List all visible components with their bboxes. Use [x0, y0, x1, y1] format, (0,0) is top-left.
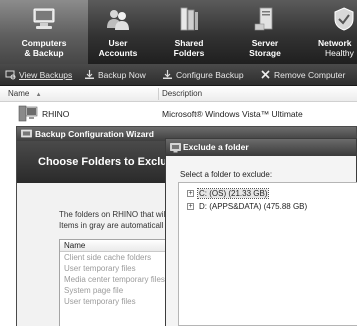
- tab-label-line2: & Backup: [24, 48, 64, 58]
- tab-label-line1: Server: [251, 38, 279, 48]
- exclude-folder-dialog: Exclude a folder Select a folder to excl…: [165, 138, 357, 326]
- column-header-name[interactable]: Name ▲: [8, 86, 42, 102]
- list-header: Name ▲ Description: [0, 86, 357, 102]
- tab-shared-folders[interactable]: Shared Folders: [156, 0, 222, 64]
- list-item: System page file: [64, 286, 124, 295]
- top-navigation-bar: Computers & Backup User Accounts Shared …: [0, 0, 357, 64]
- excluded-items-list-header-label: Name: [64, 241, 86, 250]
- view-backups-icon: [5, 70, 16, 80]
- folder-tree[interactable]: + C: (OS) (21.33 GB) + D: (APPS&DATA) (475…: [178, 182, 357, 326]
- tab-label-line2: Healthy: [325, 48, 354, 58]
- backup-now-icon: [85, 70, 94, 79]
- network-shield-icon: [334, 7, 354, 31]
- exclude-dialog-titlebar[interactable]: Exclude a folder: [166, 139, 356, 156]
- column-divider[interactable]: [158, 88, 159, 100]
- configure-backup-label: Configure Backup: [176, 70, 244, 80]
- tree-node-label: C: (OS) (21.33 GB): [196, 188, 270, 199]
- tree-node-drive-c[interactable]: + C: (OS) (21.33 GB): [187, 188, 270, 199]
- computer-icon: [18, 105, 38, 122]
- shared-folders-icon: [180, 7, 198, 31]
- view-backups-label: View Backups: [19, 70, 73, 80]
- column-header-description[interactable]: Description: [162, 86, 202, 102]
- exclude-dialog-body: Select a folder to exclude: + C: (OS) (21…: [166, 156, 357, 326]
- server-storage-icon: [254, 7, 273, 31]
- wizard-description-line1: The folders on RHINO that wil: [59, 210, 166, 219]
- exclude-dialog-title: Exclude a folder: [183, 142, 249, 152]
- list-item: Media center temporary files: [64, 275, 165, 284]
- wizard-app-icon: [21, 129, 32, 138]
- computer-row[interactable]: RHINO Microsoft® Windows Vista™ Ultimate: [0, 104, 357, 124]
- computer-description: Microsoft® Windows Vista™ Ultimate: [162, 109, 303, 119]
- column-header-name-label: Name: [8, 89, 30, 98]
- tab-label-line2: Storage: [249, 48, 281, 58]
- tree-node-label: D: (APPS&DATA) (475.88 GB): [199, 202, 308, 211]
- wizard-title: Backup Configuration Wizard: [35, 129, 154, 139]
- backup-now-label: Backup Now: [98, 70, 146, 80]
- tree-node-drive-d[interactable]: + D: (APPS&DATA) (475.88 GB): [187, 201, 308, 212]
- wizard-heading: Choose Folders to Exclude: [38, 156, 180, 168]
- expand-icon[interactable]: +: [187, 190, 194, 198]
- computer-name: RHINO: [42, 109, 70, 119]
- wizard-description-line2: Items in gray are automaticall: [59, 221, 164, 230]
- excluded-items-list[interactable]: Name Client side cache folders User temp…: [59, 239, 177, 326]
- column-header-description-label: Description: [162, 89, 203, 98]
- tab-label-line1: Computers: [21, 38, 67, 48]
- remove-computer-label: Remove Computer: [274, 70, 346, 80]
- tab-computers-backup[interactable]: Computers & Backup: [0, 0, 88, 64]
- exclude-folder-prompt: Select a folder to exclude:: [180, 170, 273, 179]
- sort-ascending-icon: ▲: [35, 92, 42, 98]
- list-item: User temporary files: [64, 297, 136, 306]
- close-icon: [261, 70, 270, 79]
- excluded-items-list-header[interactable]: Name: [60, 240, 176, 252]
- computers-icon: [33, 8, 55, 29]
- tab-label-line2: Accounts: [98, 48, 138, 58]
- tab-label-line1: User: [108, 38, 128, 48]
- tab-network[interactable]: Network Healthy: [308, 0, 357, 64]
- wizard-description: The folders on RHINO that wil Items in g…: [59, 209, 169, 231]
- tab-user-accounts[interactable]: User Accounts: [88, 0, 148, 64]
- list-item: User temporary files: [64, 264, 136, 273]
- tab-label-line1: Network: [318, 38, 352, 48]
- list-item: Client side cache folders: [64, 253, 152, 262]
- tab-label-line2: Folders: [173, 48, 205, 58]
- toolbar: View Backups Backup Now Configure Backup…: [0, 64, 357, 86]
- expand-icon[interactable]: +: [187, 203, 194, 211]
- tab-label-line1: Shared: [174, 38, 204, 48]
- configure-backup-icon: [163, 70, 172, 79]
- users-icon: [107, 10, 129, 30]
- tab-server-storage[interactable]: Server Storage: [232, 0, 298, 64]
- exclude-dialog-icon: [170, 143, 181, 153]
